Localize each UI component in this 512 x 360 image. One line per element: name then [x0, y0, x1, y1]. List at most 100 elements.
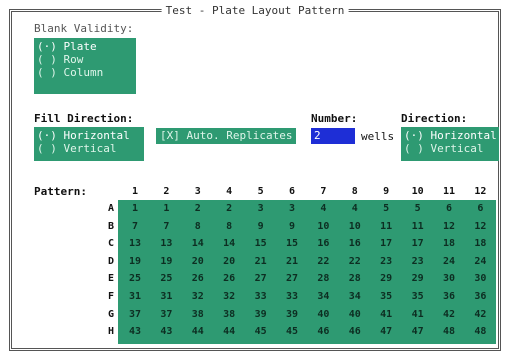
pattern-cell[interactable]: 1	[119, 202, 151, 215]
pattern-cell[interactable]: 40	[339, 308, 371, 321]
pattern-cell[interactable]: 42	[464, 308, 496, 321]
pattern-cell[interactable]: 3	[245, 202, 277, 215]
pattern-cell[interactable]: 25	[119, 272, 151, 285]
pattern-cell[interactable]: 9	[276, 220, 308, 233]
pattern-cell[interactable]: 31	[119, 290, 151, 303]
pattern-cell[interactable]: 10	[307, 220, 339, 233]
pattern-cell[interactable]: 8	[182, 220, 214, 233]
pattern-cell[interactable]: 31	[150, 290, 182, 303]
pattern-cell[interactable]: 29	[402, 272, 434, 285]
pattern-cell[interactable]: 43	[150, 325, 182, 338]
pattern-cell[interactable]: 6	[433, 202, 465, 215]
pattern-cell[interactable]: 3	[276, 202, 308, 215]
pattern-cell[interactable]: 45	[245, 325, 277, 338]
pattern-cell[interactable]: 13	[150, 237, 182, 250]
pattern-cell[interactable]: 44	[182, 325, 214, 338]
pattern-cell[interactable]: 46	[307, 325, 339, 338]
pattern-cell[interactable]: 35	[402, 290, 434, 303]
pattern-cell[interactable]: 9	[245, 220, 277, 233]
pattern-cell[interactable]: 21	[276, 255, 308, 268]
pattern-cell[interactable]: 32	[182, 290, 214, 303]
pattern-cell[interactable]: 26	[213, 272, 245, 285]
pattern-cell[interactable]: 27	[276, 272, 308, 285]
pattern-cell[interactable]: 45	[276, 325, 308, 338]
pattern-cell[interactable]: 34	[339, 290, 371, 303]
pattern-cell[interactable]: 25	[150, 272, 182, 285]
pattern-cell[interactable]: 46	[339, 325, 371, 338]
pattern-cell[interactable]: 47	[370, 325, 402, 338]
pattern-cell[interactable]: 19	[150, 255, 182, 268]
pattern-cell[interactable]: 4	[339, 202, 371, 215]
pattern-cell[interactable]: 16	[339, 237, 371, 250]
pattern-cell[interactable]: 32	[213, 290, 245, 303]
pattern-cell[interactable]: 43	[119, 325, 151, 338]
pattern-cell[interactable]: 22	[307, 255, 339, 268]
pattern-cell[interactable]: 22	[339, 255, 371, 268]
pattern-cell[interactable]: 16	[307, 237, 339, 250]
pattern-cell[interactable]: 8	[213, 220, 245, 233]
pattern-cell[interactable]: 28	[339, 272, 371, 285]
pattern-cell[interactable]: 10	[339, 220, 371, 233]
blank-validity-row-radio[interactable]: ( ) Row	[34, 53, 136, 66]
pattern-cell[interactable]: 48	[464, 325, 496, 338]
auto-replicates-checkbox[interactable]: [X] Auto. Replicates	[156, 128, 297, 144]
pattern-cell[interactable]: 14	[213, 237, 245, 250]
pattern-cell[interactable]: 39	[245, 308, 277, 321]
number-input[interactable]: 2	[311, 128, 355, 144]
pattern-cell[interactable]: 42	[433, 308, 465, 321]
pattern-cell[interactable]: 35	[370, 290, 402, 303]
direction-vertical-radio[interactable]: ( ) Vertical	[401, 142, 499, 155]
pattern-cell[interactable]: 5	[402, 202, 434, 215]
pattern-cell[interactable]: 18	[464, 237, 496, 250]
pattern-cell[interactable]: 34	[307, 290, 339, 303]
blank-validity-plate-radio[interactable]: (·) Plate	[34, 40, 136, 53]
fill-direction-horizontal-radio[interactable]: (·) Horizontal	[34, 129, 144, 142]
pattern-cell[interactable]: 48	[433, 325, 465, 338]
pattern-cell[interactable]: 15	[245, 237, 277, 250]
pattern-cell[interactable]: 20	[213, 255, 245, 268]
pattern-cell[interactable]: 1	[150, 202, 182, 215]
pattern-cell[interactable]: 30	[464, 272, 496, 285]
pattern-cell[interactable]: 20	[182, 255, 214, 268]
pattern-cell[interactable]: 38	[213, 308, 245, 321]
pattern-cell[interactable]: 11	[370, 220, 402, 233]
pattern-cell[interactable]: 24	[433, 255, 465, 268]
pattern-cell[interactable]: 14	[182, 237, 214, 250]
pattern-cell[interactable]: 17	[402, 237, 434, 250]
pattern-cell[interactable]: 19	[119, 255, 151, 268]
pattern-cell[interactable]: 13	[119, 237, 151, 250]
pattern-cell[interactable]: 5	[370, 202, 402, 215]
pattern-cell[interactable]: 41	[370, 308, 402, 321]
pattern-cell[interactable]: 21	[245, 255, 277, 268]
pattern-cell[interactable]: 41	[402, 308, 434, 321]
pattern-cell[interactable]: 27	[245, 272, 277, 285]
pattern-cell[interactable]: 47	[402, 325, 434, 338]
pattern-cell[interactable]: 37	[150, 308, 182, 321]
pattern-cell[interactable]: 33	[245, 290, 277, 303]
direction-horizontal-radio[interactable]: (·) Horizontal	[401, 129, 499, 142]
pattern-cell[interactable]: 7	[150, 220, 182, 233]
pattern-cell[interactable]: 33	[276, 290, 308, 303]
pattern-cell[interactable]: 23	[402, 255, 434, 268]
pattern-cell[interactable]: 12	[433, 220, 465, 233]
fill-direction-vertical-radio[interactable]: ( ) Vertical	[34, 142, 144, 155]
pattern-cell[interactable]: 38	[182, 308, 214, 321]
pattern-cell[interactable]: 6	[464, 202, 496, 215]
pattern-cell[interactable]: 2	[182, 202, 214, 215]
pattern-cell[interactable]: 36	[464, 290, 496, 303]
pattern-cell[interactable]: 28	[307, 272, 339, 285]
pattern-cell[interactable]: 39	[276, 308, 308, 321]
pattern-cell[interactable]: 15	[276, 237, 308, 250]
pattern-cell[interactable]: 2	[213, 202, 245, 215]
blank-validity-column-radio[interactable]: ( ) Column	[34, 66, 136, 79]
pattern-cell[interactable]: 7	[119, 220, 151, 233]
pattern-cell[interactable]: 12	[464, 220, 496, 233]
pattern-cell[interactable]: 4	[307, 202, 339, 215]
pattern-cell[interactable]: 44	[213, 325, 245, 338]
pattern-cell[interactable]: 17	[370, 237, 402, 250]
pattern-cell[interactable]: 18	[433, 237, 465, 250]
pattern-cell[interactable]: 29	[370, 272, 402, 285]
pattern-cell[interactable]: 23	[370, 255, 402, 268]
pattern-cell[interactable]: 11	[402, 220, 434, 233]
pattern-cell[interactable]: 36	[433, 290, 465, 303]
